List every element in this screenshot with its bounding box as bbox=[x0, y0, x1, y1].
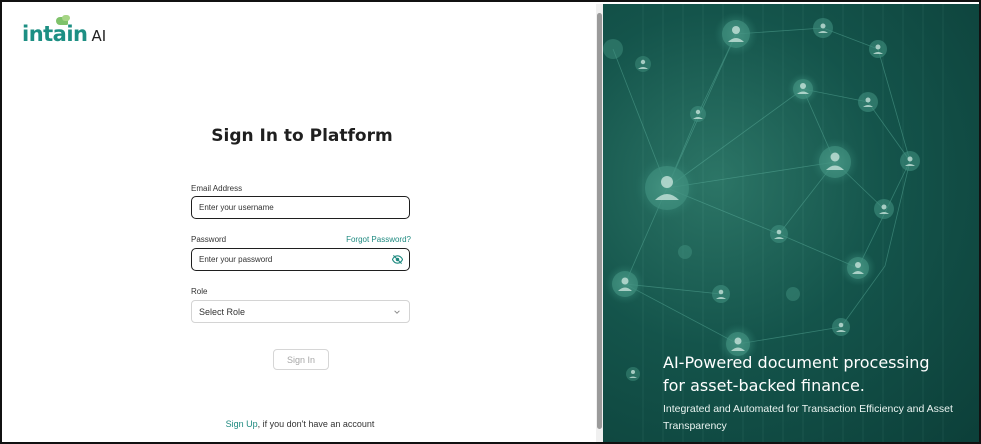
hero-heading-line2: for asset-backed finance. bbox=[663, 376, 865, 395]
password-field-wrapper bbox=[191, 248, 410, 271]
hero-pane: AI-Powered document processing for asset… bbox=[603, 4, 979, 442]
eye-off-icon[interactable] bbox=[392, 254, 403, 265]
logo-suffix: AI bbox=[91, 27, 107, 45]
role-select-value: Select Role bbox=[199, 307, 246, 317]
role-select[interactable]: Select Role bbox=[191, 300, 410, 323]
sign-in-button[interactable]: Sign In bbox=[273, 349, 329, 370]
signup-prompt: Sign Up, if you don't have an account bbox=[154, 419, 446, 429]
password-input[interactable] bbox=[192, 249, 382, 270]
email-input[interactable] bbox=[192, 197, 382, 218]
sign-up-link[interactable]: Sign Up bbox=[226, 419, 258, 429]
logo-leaf-small-icon bbox=[62, 15, 70, 21]
browser-frame: intain AI Sign In to Platform Email Addr… bbox=[0, 0, 981, 444]
forgot-password-link[interactable]: Forgot Password? bbox=[334, 235, 411, 244]
vertical-scrollbar[interactable] bbox=[596, 4, 603, 442]
login-pane: intain AI Sign In to Platform Email Addr… bbox=[4, 4, 596, 442]
page-title: Sign In to Platform bbox=[211, 126, 393, 146]
role-label: Role bbox=[191, 287, 208, 296]
signup-text: , if you don't have an account bbox=[257, 419, 375, 429]
password-label: Password bbox=[191, 235, 227, 244]
hero-heading: AI-Powered document processing for asset… bbox=[663, 351, 973, 397]
email-label: Email Address bbox=[191, 184, 243, 193]
hero-subheading: Integrated and Automated for Transaction… bbox=[663, 403, 953, 432]
scrollbar-thumb[interactable] bbox=[597, 13, 602, 429]
intain-logo: intain AI bbox=[22, 15, 107, 45]
email-field-wrapper bbox=[191, 196, 410, 219]
hero-heading-line1: AI-Powered document processing bbox=[663, 353, 930, 372]
chevron-down-icon bbox=[394, 310, 400, 314]
logo-wordmark: intain bbox=[22, 15, 88, 45]
